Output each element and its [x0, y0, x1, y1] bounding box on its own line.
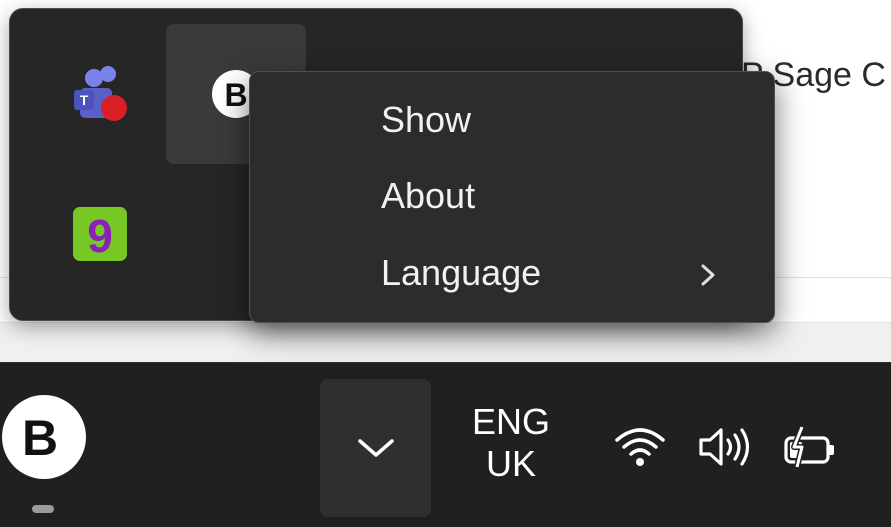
chevron-down-icon — [357, 439, 394, 457]
input-language-indicator[interactable]: ENG UK — [456, 401, 566, 485]
b-app-icon: B — [2, 395, 86, 479]
language-code: ENG — [471, 401, 550, 442]
tray-item-nine-app[interactable]: 9 — [30, 164, 170, 304]
b-app-letter: B — [224, 77, 247, 113]
menu-item-about[interactable]: About — [250, 164, 774, 228]
menu-item-label: About — [381, 175, 476, 216]
chevron-right-icon — [701, 264, 715, 286]
menu-item-label: Language — [381, 252, 542, 293]
taskbar-app-letter: B — [22, 410, 58, 466]
context-menu: Show About Language — [249, 71, 775, 323]
teams-icon: T — [74, 66, 127, 121]
taskbar-app-b[interactable]: B — [0, 393, 90, 503]
menu-item-label: Show — [381, 99, 472, 140]
taskbar: B ENG UK — [0, 362, 891, 527]
language-region: UK — [485, 443, 536, 484]
background-strip — [0, 322, 891, 363]
battery-charging-icon[interactable] — [782, 425, 842, 469]
nine-app-icon: 9 — [73, 207, 127, 262]
volume-icon[interactable] — [697, 425, 757, 469]
teams-badge-letter: T — [80, 92, 89, 108]
menu-item-show[interactable]: Show — [250, 88, 774, 152]
menu-item-language[interactable]: Language — [250, 241, 774, 305]
wifi-icon[interactable] — [614, 425, 666, 469]
running-indicator — [32, 505, 54, 513]
tray-item-teams[interactable]: T — [30, 24, 170, 164]
nine-app-digit: 9 — [87, 210, 113, 262]
show-hidden-icons-button[interactable] — [320, 379, 431, 517]
